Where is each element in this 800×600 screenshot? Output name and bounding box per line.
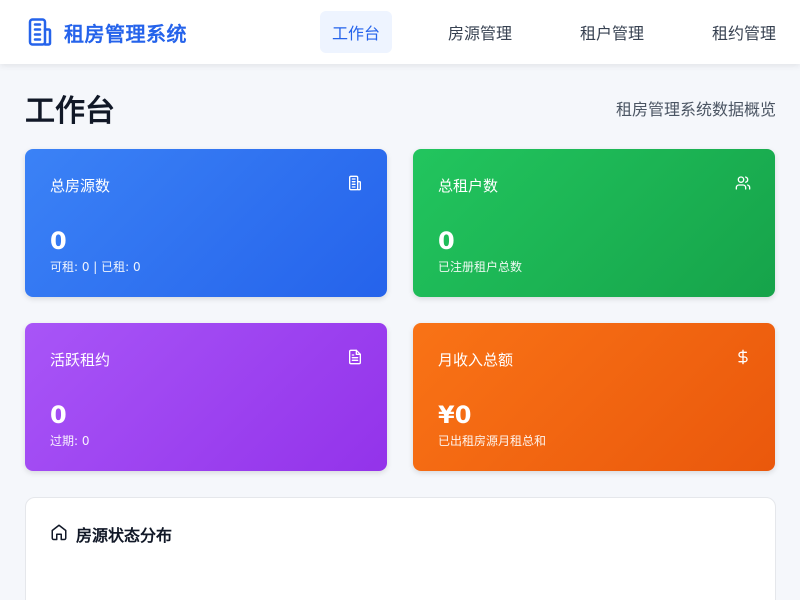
stat-card-total-tenants: 总租户数 0 已注册租户总数 <box>413 149 775 297</box>
page-subtitle: 租房管理系统数据概览 <box>615 100 776 119</box>
card-title: 总房源数 <box>50 177 111 195</box>
card-note: 可租: 0 | 已租: 0 <box>50 260 141 274</box>
building-icon <box>24 16 56 48</box>
main-nav: 工作台 房源管理 租户管理 租约管理 <box>296 11 788 53</box>
page-title: 工作台 <box>25 94 115 129</box>
card-value: 0 <box>50 227 67 255</box>
nav-item-properties[interactable]: 房源管理 <box>436 11 524 53</box>
home-icon <box>50 523 68 545</box>
brand[interactable]: 租房管理系统 <box>24 16 187 48</box>
stat-card-total-properties: 总房源数 0 可租: 0 | 已租: 0 <box>25 149 387 297</box>
nav-item-leases[interactable]: 租约管理 <box>700 11 788 53</box>
document-icon <box>347 349 363 365</box>
page-header: 工作台 租房管理系统数据概览 <box>25 86 776 130</box>
card-note: 过期: 0 <box>50 434 90 448</box>
nav-item-dashboard[interactable]: 工作台 <box>319 11 392 53</box>
card-value: 0 <box>438 227 455 255</box>
top-navigation-bar: 租房管理系统 工作台 房源管理 租户管理 租约管理 <box>0 0 800 64</box>
card-title: 总租户数 <box>438 177 499 195</box>
card-note: 已出租房源月租总和 <box>438 434 547 448</box>
card-title: 月收入总额 <box>438 351 514 369</box>
card-title: 活跃租约 <box>50 351 111 369</box>
property-status-panel: 房源状态分布 <box>25 497 776 600</box>
panel-title: 房源状态分布 <box>76 526 173 545</box>
card-value: 0 <box>50 401 67 429</box>
panel-header: 房源状态分布 <box>50 522 172 546</box>
card-value: ¥0 <box>438 401 472 429</box>
nav-item-tenants[interactable]: 租户管理 <box>568 11 656 53</box>
building-icon <box>347 175 363 191</box>
users-icon <box>735 175 751 191</box>
card-note: 已注册租户总数 <box>438 260 523 274</box>
brand-name: 租房管理系统 <box>64 21 187 46</box>
dollar-icon <box>735 349 751 365</box>
stat-card-active-leases: 活跃租约 0 过期: 0 <box>25 323 387 471</box>
stat-card-monthly-income: 月收入总额 ¥0 已出租房源月租总和 <box>413 323 775 471</box>
